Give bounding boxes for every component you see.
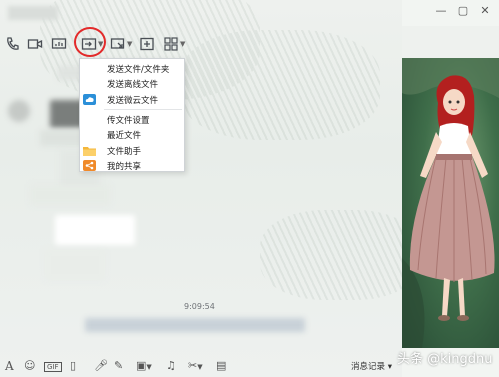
gif-icon[interactable]: GIF	[44, 359, 62, 374]
menu-item-send-file-folder[interactable]: 发送文件/文件夹	[80, 61, 184, 76]
emoji-icon[interactable]: ☺	[24, 359, 35, 374]
send-file-menu: 发送文件/文件夹 发送离线文件 发送微云文件 传文件设置 最近文件 文件助手 我…	[79, 58, 185, 172]
remote-icon	[110, 38, 125, 49]
grid-icon	[164, 37, 178, 51]
phone-icon	[7, 37, 19, 50]
menu-item-send-weiyun-file[interactable]: 发送微云文件	[80, 92, 184, 107]
menu-item-file-assistant[interactable]: 文件助手	[80, 143, 184, 158]
menu-item-send-offline-file[interactable]: 发送离线文件	[80, 76, 184, 91]
contact-name-blurred	[8, 6, 58, 20]
close-button[interactable]: ✕	[477, 3, 493, 19]
vibrate-icon[interactable]: ▯	[70, 359, 76, 374]
chat-show-panel	[402, 58, 499, 348]
right-panel-top	[402, 26, 499, 58]
remote-desktop-button[interactable]: ▼	[110, 34, 132, 54]
menu-item-my-share[interactable]: 我的共享	[80, 158, 184, 173]
blurred-message	[30, 185, 110, 205]
music-icon[interactable]: ♫	[166, 359, 176, 374]
mic-icon[interactable]: 🎤︎	[94, 359, 108, 374]
share-screen-button[interactable]	[51, 34, 67, 54]
create-group-button[interactable]	[139, 34, 155, 54]
title-bar: — ▢ ✕	[0, 0, 499, 26]
watermark: 头条 @kingdnu	[397, 352, 493, 367]
minimize-button[interactable]: —	[433, 3, 449, 19]
menu-divider	[104, 109, 182, 110]
red-packet-icon[interactable]: ▤	[216, 359, 226, 374]
blurred-message	[55, 215, 135, 245]
share-icon	[83, 160, 96, 171]
video-call-button[interactable]	[27, 34, 43, 54]
history-button[interactable]: 消息记录 ▾	[351, 360, 392, 372]
chat-toolbar: ▼ ▼ ▼	[0, 34, 402, 56]
apps-button[interactable]: ▼	[163, 34, 185, 54]
message-timestamp: 9:09:54	[184, 302, 215, 311]
scissors-icon[interactable]: ✂▼	[188, 359, 203, 374]
highlight-circle	[74, 27, 106, 57]
chevron-down-icon: ▼	[180, 40, 186, 48]
font-icon[interactable]: A	[5, 359, 14, 374]
add-icon	[140, 37, 154, 51]
cloud-icon	[83, 94, 96, 105]
voice-call-button[interactable]	[5, 34, 21, 54]
video-icon	[27, 39, 43, 49]
blurred-message	[85, 318, 305, 332]
maximize-button[interactable]: ▢	[455, 3, 471, 19]
menu-item-recent-files[interactable]: 最近文件	[80, 127, 184, 142]
character-illustration	[402, 58, 499, 348]
background-branch	[260, 210, 420, 300]
pen-icon[interactable]: ✎	[114, 359, 123, 374]
blurred-message	[45, 250, 105, 280]
image-icon[interactable]: ▣▼	[136, 359, 152, 374]
chevron-down-icon: ▼	[127, 40, 133, 48]
menu-item-file-settings[interactable]: 传文件设置	[80, 112, 184, 127]
folder-icon	[83, 147, 96, 156]
screen-icon	[51, 38, 67, 49]
avatar	[8, 100, 30, 122]
